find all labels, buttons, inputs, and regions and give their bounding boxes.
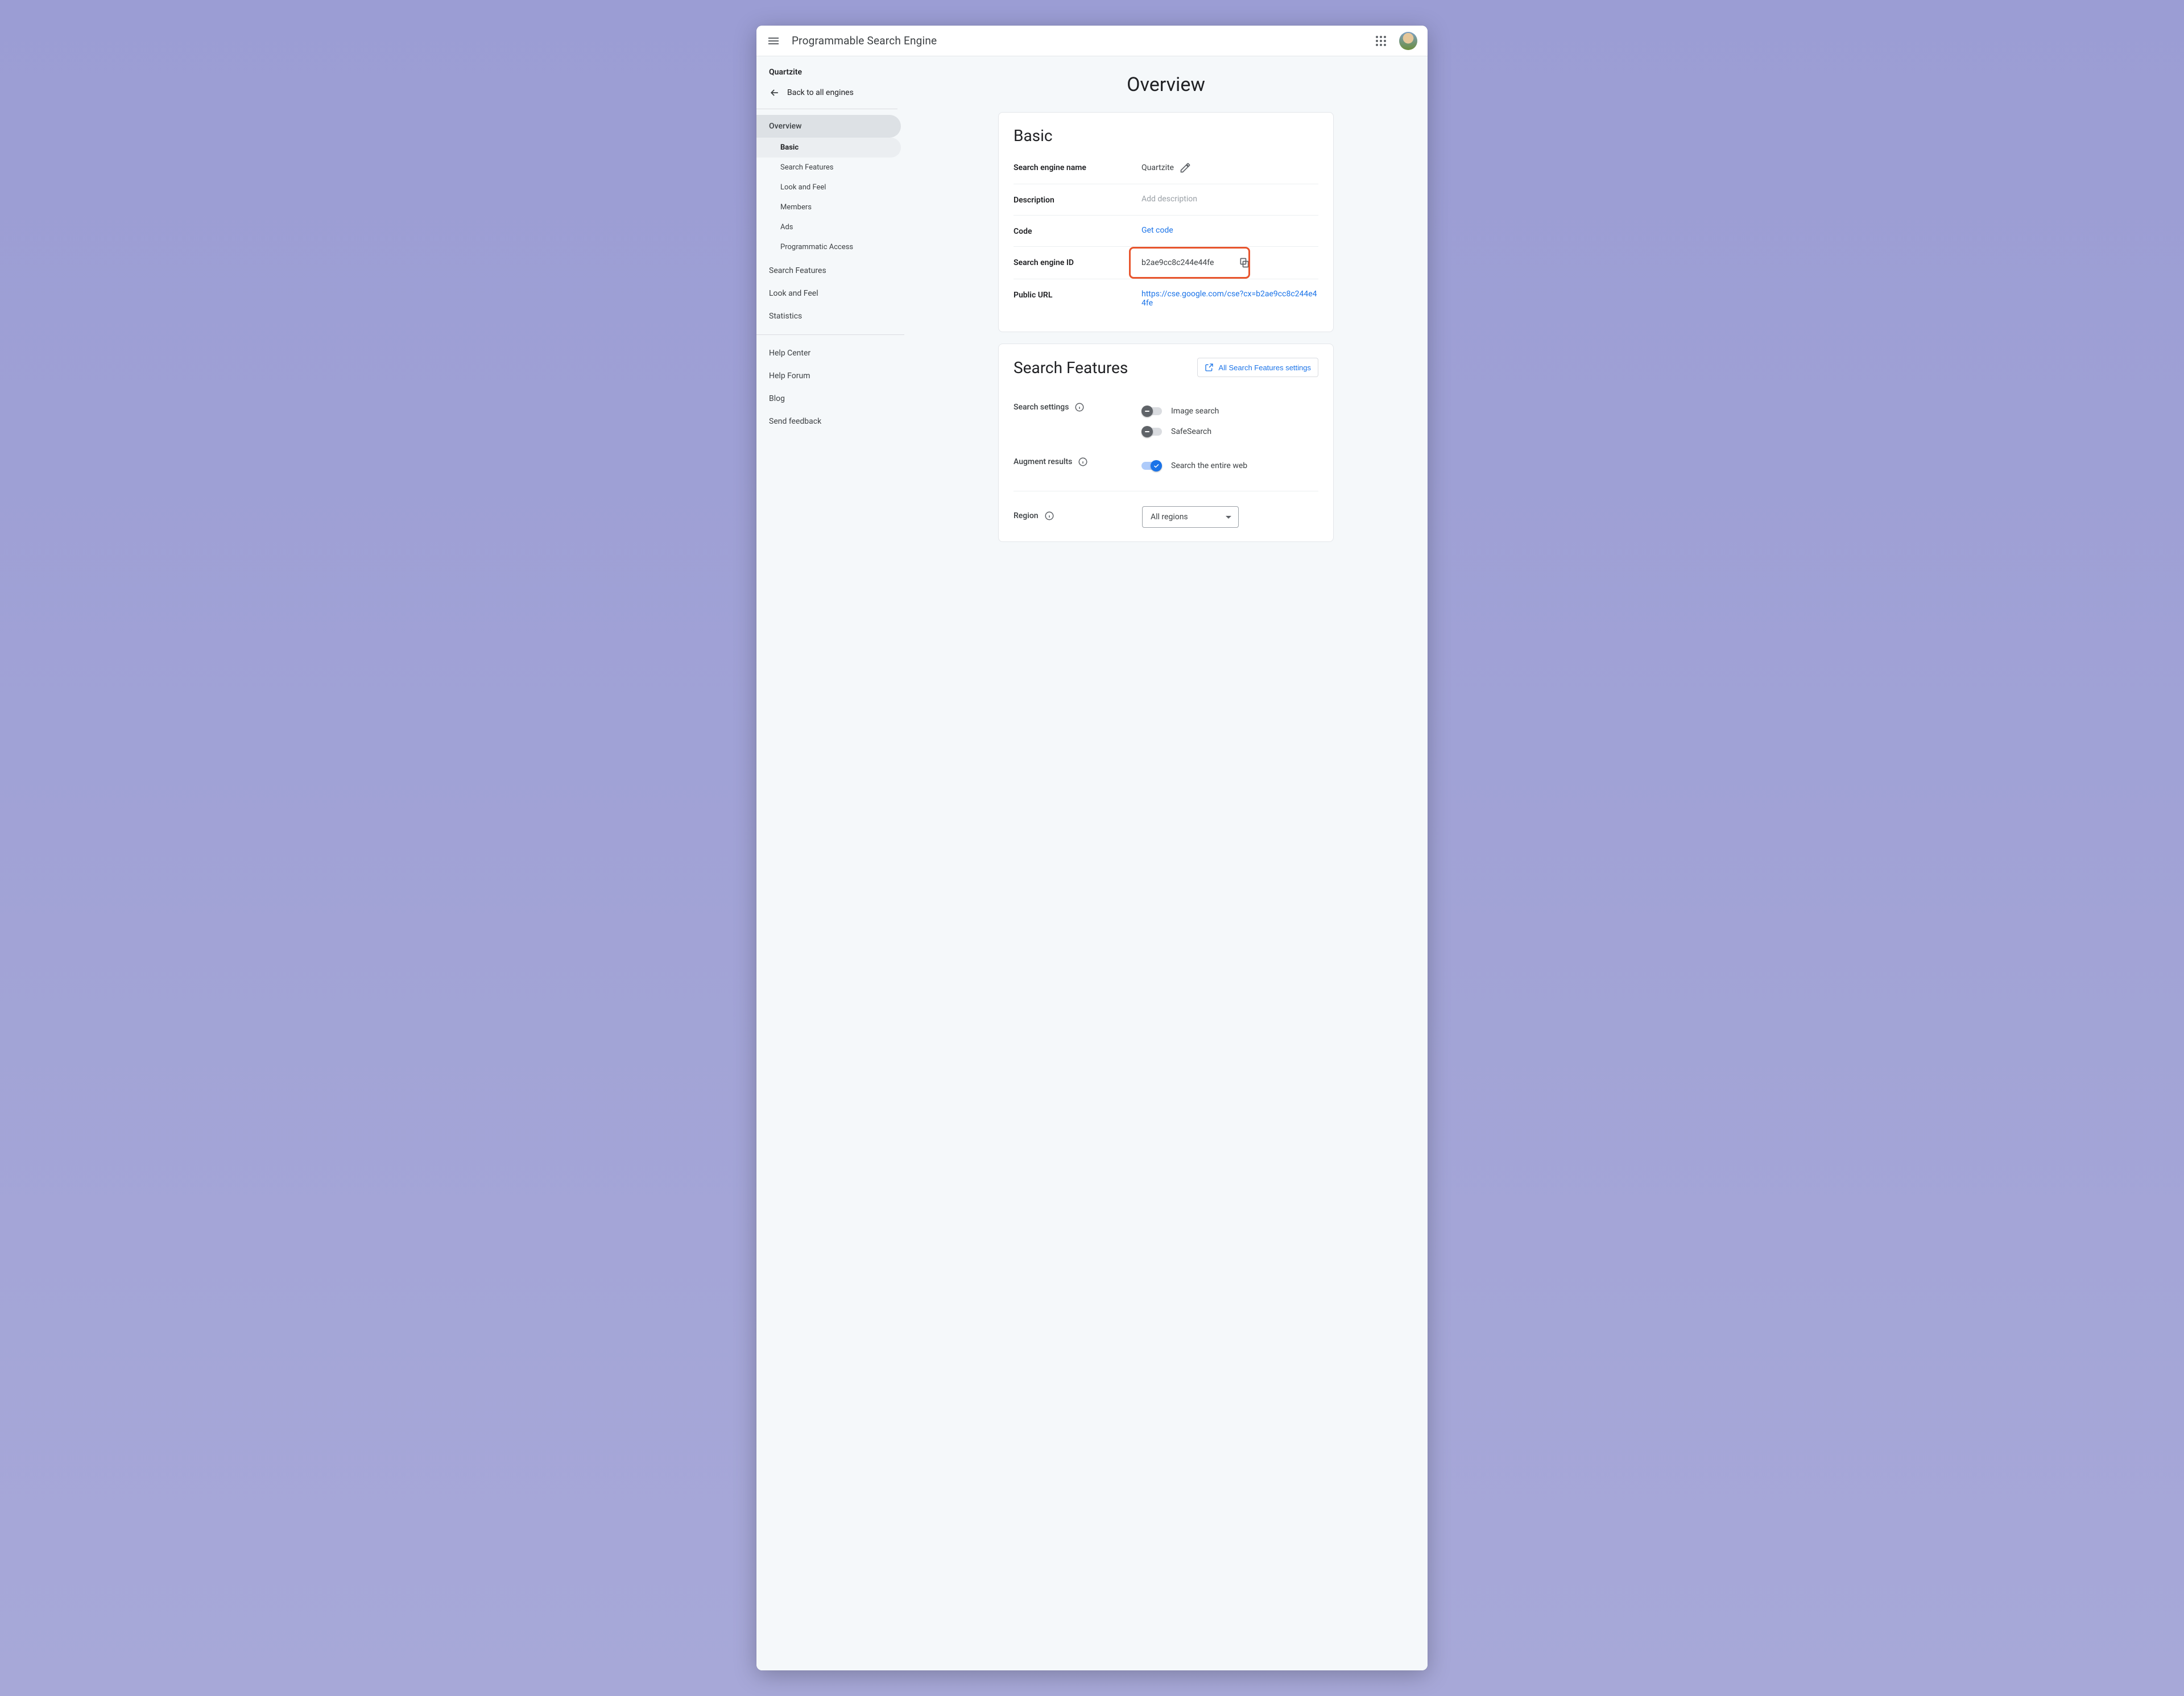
sidebar-nav: Overview Basic Search Features Look and …: [756, 114, 904, 433]
edit-icon[interactable]: [1180, 162, 1191, 173]
value-engine-id: b2ae9cc8c244e44fe: [1141, 258, 1214, 267]
nav-search-features[interactable]: Search Features: [756, 259, 904, 282]
public-url-link[interactable]: https://cse.google.com/cse?cx=b2ae9cc8c2…: [1141, 289, 1318, 308]
toggle-safesearch: SafeSearch: [1141, 421, 1318, 442]
safesearch-switch[interactable]: [1141, 426, 1162, 437]
row-engine-id: Search engine ID b2ae9cc8c244e44fe: [1014, 247, 1318, 279]
value-engine-name: Quartzite: [1141, 163, 1174, 172]
info-icon[interactable]: [1074, 402, 1085, 412]
row-code: Code Get code: [1014, 216, 1318, 247]
row-public-url: Public URL https://cse.google.com/cse?cx…: [1014, 279, 1318, 318]
row-engine-name: Search engine name Quartzite: [1014, 162, 1318, 184]
app-window: Programmable Search Engine Quartzite Bac…: [756, 26, 1428, 1670]
menu-icon[interactable]: [767, 34, 780, 48]
row-description: Description Add description: [1014, 184, 1318, 216]
toggle-entire-web: Search the entire web: [1141, 456, 1318, 476]
entire-web-label: Search the entire web: [1171, 461, 1247, 470]
copy-icon[interactable]: [1239, 257, 1250, 268]
info-icon[interactable]: [1044, 511, 1054, 521]
back-label: Back to all engines: [787, 88, 854, 97]
basic-card: Basic Search engine name Quartzite Descr…: [998, 112, 1334, 332]
nav-blog[interactable]: Blog: [756, 387, 904, 410]
image-search-label: Image search: [1171, 407, 1219, 416]
label-engine-id: Search engine ID: [1014, 257, 1141, 267]
description-placeholder[interactable]: Add description: [1141, 195, 1197, 204]
nav-help-forum[interactable]: Help Forum: [756, 365, 904, 387]
augment-results-label: Augment results: [1014, 457, 1072, 466]
app-title: Programmable Search Engine: [792, 34, 937, 47]
search-features-card-title: Search Features: [1014, 358, 1128, 377]
info-icon[interactable]: [1078, 457, 1088, 467]
nav-overview[interactable]: Overview: [756, 115, 901, 138]
page-title: Overview: [1127, 56, 1205, 112]
image-search-switch[interactable]: [1141, 406, 1162, 417]
nav-help-center[interactable]: Help Center: [756, 342, 904, 365]
region-selected-value: All regions: [1151, 512, 1188, 522]
basic-card-title: Basic: [1014, 126, 1318, 145]
toggle-image-search: Image search: [1141, 401, 1318, 421]
avatar[interactable]: [1399, 32, 1417, 50]
engine-name: Quartzite: [756, 56, 904, 81]
region-row: Region All regions: [1014, 491, 1318, 528]
safesearch-label: SafeSearch: [1171, 427, 1211, 436]
nav-look-and-feel[interactable]: Look and Feel: [756, 282, 904, 305]
app-bar: Programmable Search Engine: [756, 26, 1428, 56]
label-code: Code: [1014, 226, 1141, 236]
nav-overview-look-and-feel[interactable]: Look and Feel: [756, 177, 904, 197]
back-to-all-engines[interactable]: Back to all engines: [756, 81, 904, 109]
all-settings-label: All Search Features settings: [1218, 363, 1311, 372]
main-content: Overview Basic Search engine name Quartz…: [904, 56, 1428, 1670]
region-select[interactable]: All regions: [1142, 506, 1239, 528]
region-label: Region: [1014, 511, 1039, 520]
search-settings-label: Search settings: [1014, 403, 1069, 412]
nav-overview-programmatic-access[interactable]: Programmatic Access: [756, 237, 904, 257]
nav-send-feedback[interactable]: Send feedback: [756, 410, 904, 433]
augment-results-row: Augment results Search the entire web: [1014, 449, 1318, 483]
search-settings-row: Search settings Image search: [1014, 394, 1318, 449]
nav-overview-search-features[interactable]: Search Features: [756, 158, 904, 177]
entire-web-switch[interactable]: [1141, 460, 1162, 471]
sidebar: Quartzite Back to all engines Overview B…: [756, 56, 904, 1670]
nav-overview-members[interactable]: Members: [756, 197, 904, 217]
nav-overview-ads[interactable]: Ads: [756, 217, 904, 237]
label-public-url: Public URL: [1014, 289, 1141, 300]
nav-overview-basic[interactable]: Basic: [756, 138, 901, 158]
search-features-card: Search Features All Search Features sett…: [998, 344, 1334, 542]
label-engine-name: Search engine name: [1014, 162, 1141, 172]
nav-statistics[interactable]: Statistics: [756, 305, 904, 328]
all-search-features-settings-button[interactable]: All Search Features settings: [1197, 358, 1318, 377]
apps-icon[interactable]: [1374, 34, 1388, 48]
label-description: Description: [1014, 195, 1141, 205]
get-code-link[interactable]: Get code: [1141, 226, 1173, 235]
